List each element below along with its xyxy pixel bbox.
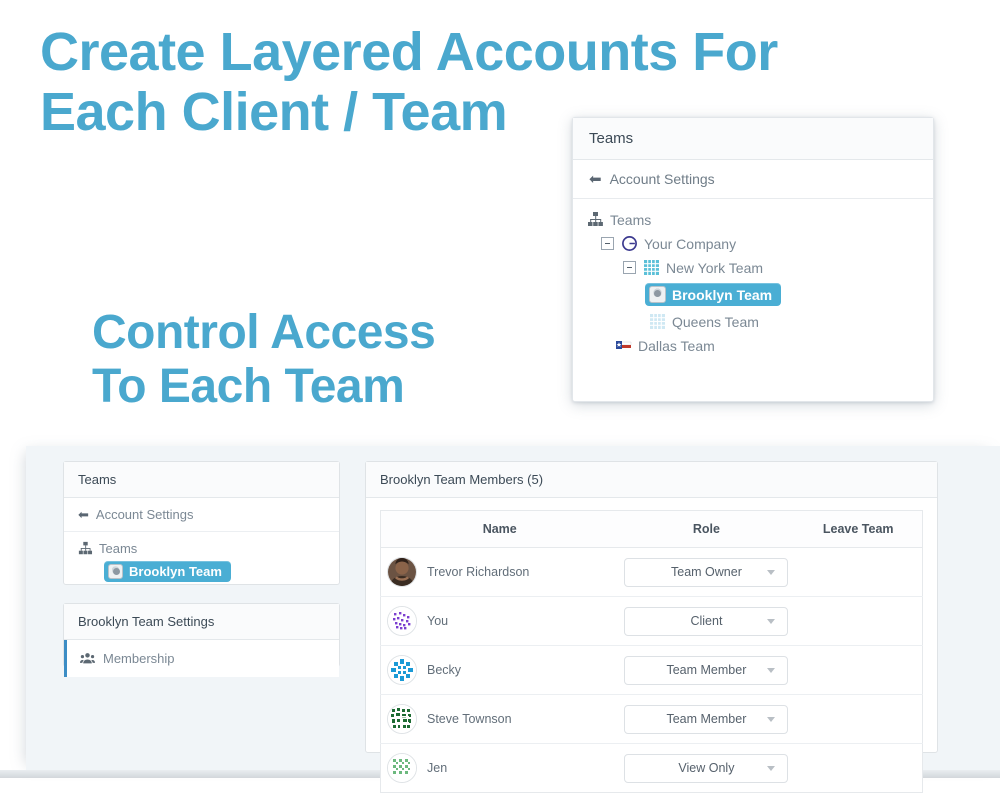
tree-node-brooklyn-team[interactable]: Brooklyn Team xyxy=(645,283,919,306)
tree-node-brooklyn-team[interactable]: Brooklyn Team xyxy=(104,561,325,582)
members-panel: Brooklyn Team Members (5) Name Role Leav… xyxy=(365,461,938,793)
team-settings-panel: Brooklyn Team Settings Membership xyxy=(63,603,340,677)
chevron-down-icon xyxy=(767,569,776,575)
column-header-role: Role xyxy=(618,510,795,548)
grid-pattern-light-icon xyxy=(649,313,666,330)
member-role-cell: Team Owner xyxy=(618,547,795,597)
tree-node-brooklyn-selected[interactable]: Brooklyn Team xyxy=(104,561,231,582)
member-leave-cell[interactable] xyxy=(794,596,923,646)
teams-tree-bottom: Teams Brooklyn Team xyxy=(64,532,339,599)
avatar-placeholder-icon xyxy=(108,564,123,579)
member-name: Steve Townson xyxy=(427,712,512,726)
collapse-toggle-icon[interactable] xyxy=(623,261,636,274)
tree-node-dallas-team[interactable]: Dallas Team xyxy=(615,337,919,354)
identicon-blue xyxy=(387,655,417,685)
tree-node-new-york-team[interactable]: New York Team xyxy=(623,259,919,276)
page-title-secondary: Control Access To Each Team xyxy=(92,306,436,413)
table-row: Trevor Richardson Team Owner xyxy=(380,547,923,597)
member-role-cell: Team Member xyxy=(618,694,795,744)
member-name: Becky xyxy=(427,663,462,677)
role-value: Client xyxy=(690,614,723,628)
table-row: Steve Townson Team Member xyxy=(380,694,923,744)
tree-node-your-company[interactable]: Your Company xyxy=(601,235,919,252)
member-name-cell: You xyxy=(380,596,619,646)
chevron-down-icon xyxy=(767,667,776,673)
teams-panel-top: Teams ⬅ Account Settings Teams Your Comp… xyxy=(572,117,934,402)
grid-pattern-icon xyxy=(643,259,660,276)
role-select[interactable]: Team Member xyxy=(624,704,789,734)
identicon-lightgreen xyxy=(387,753,417,783)
table-row: Becky Team Member xyxy=(380,645,923,695)
column-header-name: Name xyxy=(380,510,619,548)
role-select[interactable]: View Only xyxy=(624,753,789,783)
sitemap-icon xyxy=(78,541,93,556)
member-leave-cell[interactable] xyxy=(794,694,923,744)
tree-node-label: Dallas Team xyxy=(638,337,715,354)
identicon-purple xyxy=(387,606,417,636)
tree-node-label: New York Team xyxy=(666,259,764,276)
role-value: Team Member xyxy=(666,712,747,726)
sitemap-icon xyxy=(587,211,604,228)
membership-label: Membership xyxy=(103,651,175,666)
role-value: Team Owner xyxy=(671,565,742,579)
column-header-leave-team: Leave Team xyxy=(794,510,923,548)
members-panel-header: Brooklyn Team Members (5) xyxy=(366,462,937,498)
chevron-down-icon xyxy=(767,618,776,624)
member-name: Jen xyxy=(427,761,448,775)
arrow-left-icon: ⬅ xyxy=(78,507,89,522)
role-select[interactable]: Client xyxy=(624,606,789,636)
member-name-cell: Trevor Richardson xyxy=(380,547,619,597)
chevron-down-icon xyxy=(767,716,776,722)
company-logo-icon xyxy=(621,235,638,252)
collapse-toggle-icon[interactable] xyxy=(601,237,614,250)
arrow-left-icon: ⬅ xyxy=(589,170,602,188)
photo-avatar xyxy=(387,557,417,587)
table-row: You Client xyxy=(380,596,923,646)
members-table: Name Role Leave Team Trevor Richardson T… xyxy=(380,510,923,793)
role-value: View Only xyxy=(678,761,735,775)
account-settings-label: Account Settings xyxy=(609,171,715,187)
account-settings-back-link[interactable]: ⬅ Account Settings xyxy=(64,498,339,532)
member-role-cell: Client xyxy=(618,596,795,646)
member-name: You xyxy=(427,614,449,628)
member-name-cell: Steve Townson xyxy=(380,694,619,744)
member-role-cell: View Only xyxy=(618,744,794,793)
tree-root-teams: Teams xyxy=(587,211,919,228)
member-leave-cell[interactable] xyxy=(794,547,923,597)
member-name-cell: Jen xyxy=(381,744,619,793)
teams-tree: Teams Your Company New York Team Brookly… xyxy=(573,199,933,375)
table-row: Jen View Only xyxy=(381,744,923,793)
sidebar-item-membership[interactable]: Membership xyxy=(64,640,339,677)
tree-node-label: Brooklyn Team xyxy=(129,564,222,579)
avatar-placeholder-icon xyxy=(649,286,666,303)
chevron-down-icon xyxy=(767,765,776,771)
tree-node-label: Queens Team xyxy=(672,313,759,330)
member-name-cell: Becky xyxy=(380,645,619,695)
tree-node-label: Your Company xyxy=(644,235,737,252)
tree-root-label: Teams xyxy=(99,541,138,556)
role-select[interactable]: Team Member xyxy=(624,655,789,685)
identicon-darkgreen xyxy=(387,704,417,734)
team-settings-header: Brooklyn Team Settings xyxy=(64,604,339,640)
users-group-icon xyxy=(80,651,95,666)
member-name: Trevor Richardson xyxy=(427,565,530,579)
table-header-row: Name Role Leave Team xyxy=(380,510,923,548)
member-role-cell: Team Member xyxy=(618,645,795,695)
account-settings-label: Account Settings xyxy=(95,507,194,522)
role-value: Team Member xyxy=(666,663,747,677)
member-leave-cell[interactable] xyxy=(794,645,923,695)
account-settings-back-link[interactable]: ⬅ Account Settings xyxy=(573,160,933,199)
tree-node-queens-team[interactable]: Queens Team xyxy=(649,313,919,330)
teams-panel-top-header: Teams xyxy=(573,118,933,160)
texas-flag-icon xyxy=(615,337,632,354)
teams-panel-bottom: Teams ⬅ Account Settings Teams Brooklyn … xyxy=(63,461,340,585)
member-leave-cell[interactable] xyxy=(794,744,922,793)
tree-root-teams: Teams xyxy=(78,541,325,556)
role-select[interactable]: Team Owner xyxy=(624,557,789,587)
tree-node-brooklyn-selected[interactable]: Brooklyn Team xyxy=(645,283,782,306)
tree-node-label: Brooklyn Team xyxy=(672,286,773,303)
teams-panel-bottom-header: Teams xyxy=(64,462,339,498)
members-table-wrapper: Name Role Leave Team Trevor Richardson T… xyxy=(366,498,937,807)
tree-root-label: Teams xyxy=(610,211,652,228)
